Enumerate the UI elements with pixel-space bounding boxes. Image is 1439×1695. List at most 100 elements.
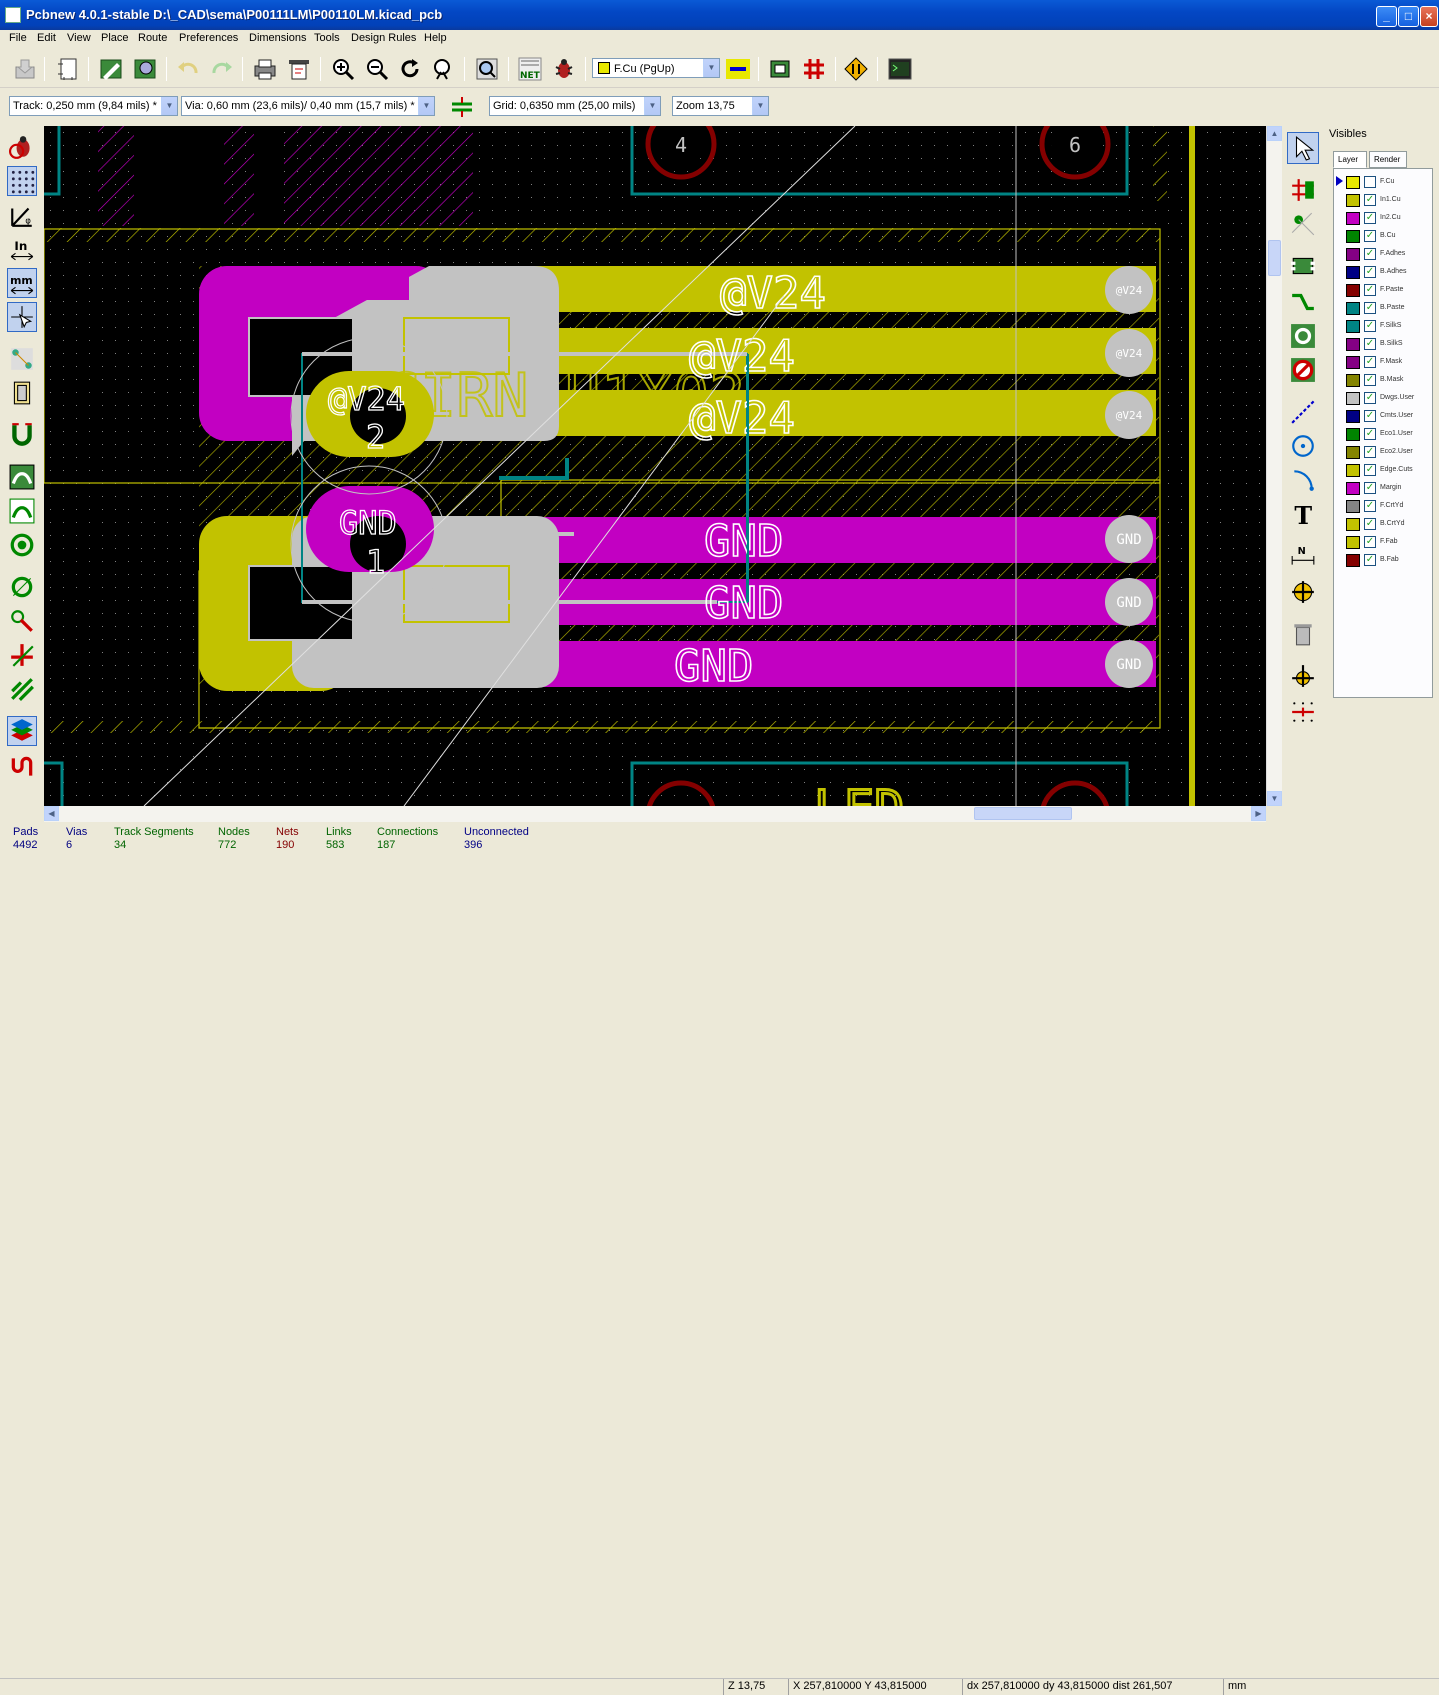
show-zones-outline-icon[interactable] <box>7 496 37 526</box>
layer-row[interactable]: ✓ F.SilkS <box>1334 317 1432 335</box>
layer-color-swatch[interactable] <box>1346 536 1360 549</box>
layer-visibility-checkbox[interactable]: ✓ <box>1364 500 1376 512</box>
scroll-thumb[interactable] <box>1268 240 1281 276</box>
layer-row[interactable]: ✓ F.CrtYd <box>1334 497 1432 515</box>
add-arc-icon[interactable] <box>1287 464 1319 496</box>
menu-route[interactable]: Route <box>138 32 167 44</box>
page-settings-icon[interactable] <box>55 56 81 82</box>
layer-row[interactable]: ✓ In2.Cu <box>1334 209 1432 227</box>
layer-visibility-checkbox[interactable]: ✓ <box>1364 248 1376 260</box>
pcb-drawing[interactable]: 4 6 CIRN U1X02 @V24 @V24 @V24 GND GND GN… <box>44 126 1266 806</box>
show-zones-icon[interactable] <box>7 462 37 492</box>
menu-help[interactable]: Help <box>424 32 447 44</box>
via-size-select[interactable]: Via: 0,60 mm (23,6 mils)/ 0,40 mm (15,7 … <box>181 96 435 116</box>
zoom-out-icon[interactable] <box>364 56 390 82</box>
layer-color-swatch[interactable] <box>1346 374 1360 387</box>
highlight-net-icon[interactable] <box>1287 174 1319 206</box>
menu-file[interactable]: File <box>9 32 27 44</box>
layer-row[interactable]: ✓ Cmts.User <box>1334 407 1432 425</box>
set-origin-icon[interactable] <box>1287 660 1319 692</box>
layer-visibility-checkbox[interactable]: ✓ <box>1364 284 1376 296</box>
active-layer-select[interactable]: F.Cu (PgUp) ▼ <box>592 58 720 78</box>
drc-off-icon[interactable] <box>7 132 37 162</box>
autoroute-icon[interactable] <box>843 56 869 82</box>
layer-color-swatch[interactable] <box>1346 212 1360 225</box>
track-sketch-icon[interactable] <box>7 640 37 670</box>
maximize-button[interactable]: □ <box>1398 6 1419 27</box>
delete-icon[interactable] <box>1287 618 1319 650</box>
layer-visibility-checkbox[interactable]: ✓ <box>1364 464 1376 476</box>
layer-row[interactable]: ✓ B.CrtYd <box>1334 515 1432 533</box>
vertical-scrollbar[interactable]: ▲ ▼ <box>1266 126 1282 806</box>
mode-footprint-icon[interactable] <box>767 56 793 82</box>
zoom-in-icon[interactable] <box>330 56 356 82</box>
via-sketch-icon[interactable] <box>7 606 37 636</box>
module-viewer-icon[interactable] <box>132 56 158 82</box>
layer-row[interactable]: ✓ Margin <box>1334 479 1432 497</box>
add-text-icon[interactable]: T <box>1287 498 1319 530</box>
add-circle-icon[interactable] <box>1287 430 1319 462</box>
layer-visibility-checkbox[interactable] <box>1364 176 1376 188</box>
layer-pair-icon[interactable] <box>725 56 751 82</box>
layer-visibility-checkbox[interactable]: ✓ <box>1364 230 1376 242</box>
layer-row[interactable]: ✓ Dwgs.User <box>1334 389 1432 407</box>
layer-visibility-checkbox[interactable]: ✓ <box>1364 518 1376 530</box>
grid-origin-icon[interactable] <box>1287 696 1319 728</box>
layer-visibility-checkbox[interactable]: ✓ <box>1364 356 1376 368</box>
save-board-icon[interactable] <box>12 56 38 82</box>
layer-color-swatch[interactable] <box>1346 320 1360 333</box>
add-keepout-icon[interactable] <box>1287 354 1319 386</box>
layers-manager-icon[interactable] <box>7 716 37 746</box>
layer-row[interactable]: ✓ F.Adhes <box>1334 245 1432 263</box>
layer-color-swatch[interactable] <box>1346 302 1360 315</box>
menu-view[interactable]: View <box>67 32 91 44</box>
menu-tools[interactable]: Tools <box>314 32 340 44</box>
drc-icon[interactable] <box>551 56 577 82</box>
layer-row[interactable]: ✓ Eco2.User <box>1334 443 1432 461</box>
layer-row[interactable]: ✓ F.Fab <box>1334 533 1432 551</box>
menu-design-rules[interactable]: Design Rules <box>351 32 416 44</box>
pad-sketch-icon[interactable] <box>7 572 37 602</box>
layer-visibility-checkbox[interactable]: ✓ <box>1364 410 1376 422</box>
layer-row[interactable]: ✓ B.Cu <box>1334 227 1432 245</box>
scroll-left-icon[interactable]: ◀ <box>44 806 59 821</box>
layer-row[interactable]: F.Cu <box>1334 173 1432 191</box>
add-graphic-line-icon[interactable] <box>1287 396 1319 428</box>
select-arrow-icon[interactable] <box>1287 132 1319 164</box>
menu-preferences[interactable]: Preferences <box>179 32 238 44</box>
module-ratsnest-icon[interactable] <box>7 378 37 408</box>
zoom-fit-icon[interactable] <box>430 56 456 82</box>
add-dimension-icon[interactable]: N <box>1287 540 1319 572</box>
horizontal-scrollbar[interactable]: ◀ ▶ <box>44 806 1266 822</box>
layer-color-swatch[interactable] <box>1346 482 1360 495</box>
plot-icon[interactable] <box>286 56 312 82</box>
microwave-toolbar-icon[interactable] <box>7 752 37 782</box>
layer-row[interactable]: ✓ In1.Cu <box>1334 191 1432 209</box>
layer-visibility-checkbox[interactable]: ✓ <box>1364 194 1376 206</box>
layer-row[interactable]: ✓ B.Mask <box>1334 371 1432 389</box>
layer-visibility-checkbox[interactable]: ✓ <box>1364 338 1376 350</box>
layer-color-swatch[interactable] <box>1346 410 1360 423</box>
layer-color-swatch[interactable] <box>1346 518 1360 531</box>
layer-visibility-checkbox[interactable]: ✓ <box>1364 554 1376 566</box>
tab-render[interactable]: Render <box>1369 151 1407 168</box>
scroll-right-icon[interactable]: ▶ <box>1251 806 1266 821</box>
layer-color-swatch[interactable] <box>1346 446 1360 459</box>
layer-visibility-checkbox[interactable]: ✓ <box>1364 446 1376 458</box>
netlist-icon[interactable]: NET <box>517 56 543 82</box>
layer-row[interactable]: ✓ B.Adhes <box>1334 263 1432 281</box>
layer-row[interactable]: ✓ B.SilkS <box>1334 335 1432 353</box>
layer-visibility-checkbox[interactable]: ✓ <box>1364 392 1376 404</box>
add-footprint-icon[interactable] <box>1287 250 1319 282</box>
scroll-thumb[interactable] <box>974 807 1072 820</box>
find-icon[interactable] <box>474 56 500 82</box>
menu-edit[interactable]: Edit <box>37 32 56 44</box>
layer-row[interactable]: ✓ F.Mask <box>1334 353 1432 371</box>
layer-row[interactable]: ✓ B.Paste <box>1334 299 1432 317</box>
layer-color-swatch[interactable] <box>1346 230 1360 243</box>
module-editor-icon[interactable] <box>98 56 124 82</box>
auto-delete-tracks-icon[interactable] <box>7 420 37 450</box>
cursor-shape-icon[interactable] <box>7 302 37 332</box>
scroll-down-icon[interactable]: ▼ <box>1267 791 1282 806</box>
layer-color-swatch[interactable] <box>1346 248 1360 261</box>
